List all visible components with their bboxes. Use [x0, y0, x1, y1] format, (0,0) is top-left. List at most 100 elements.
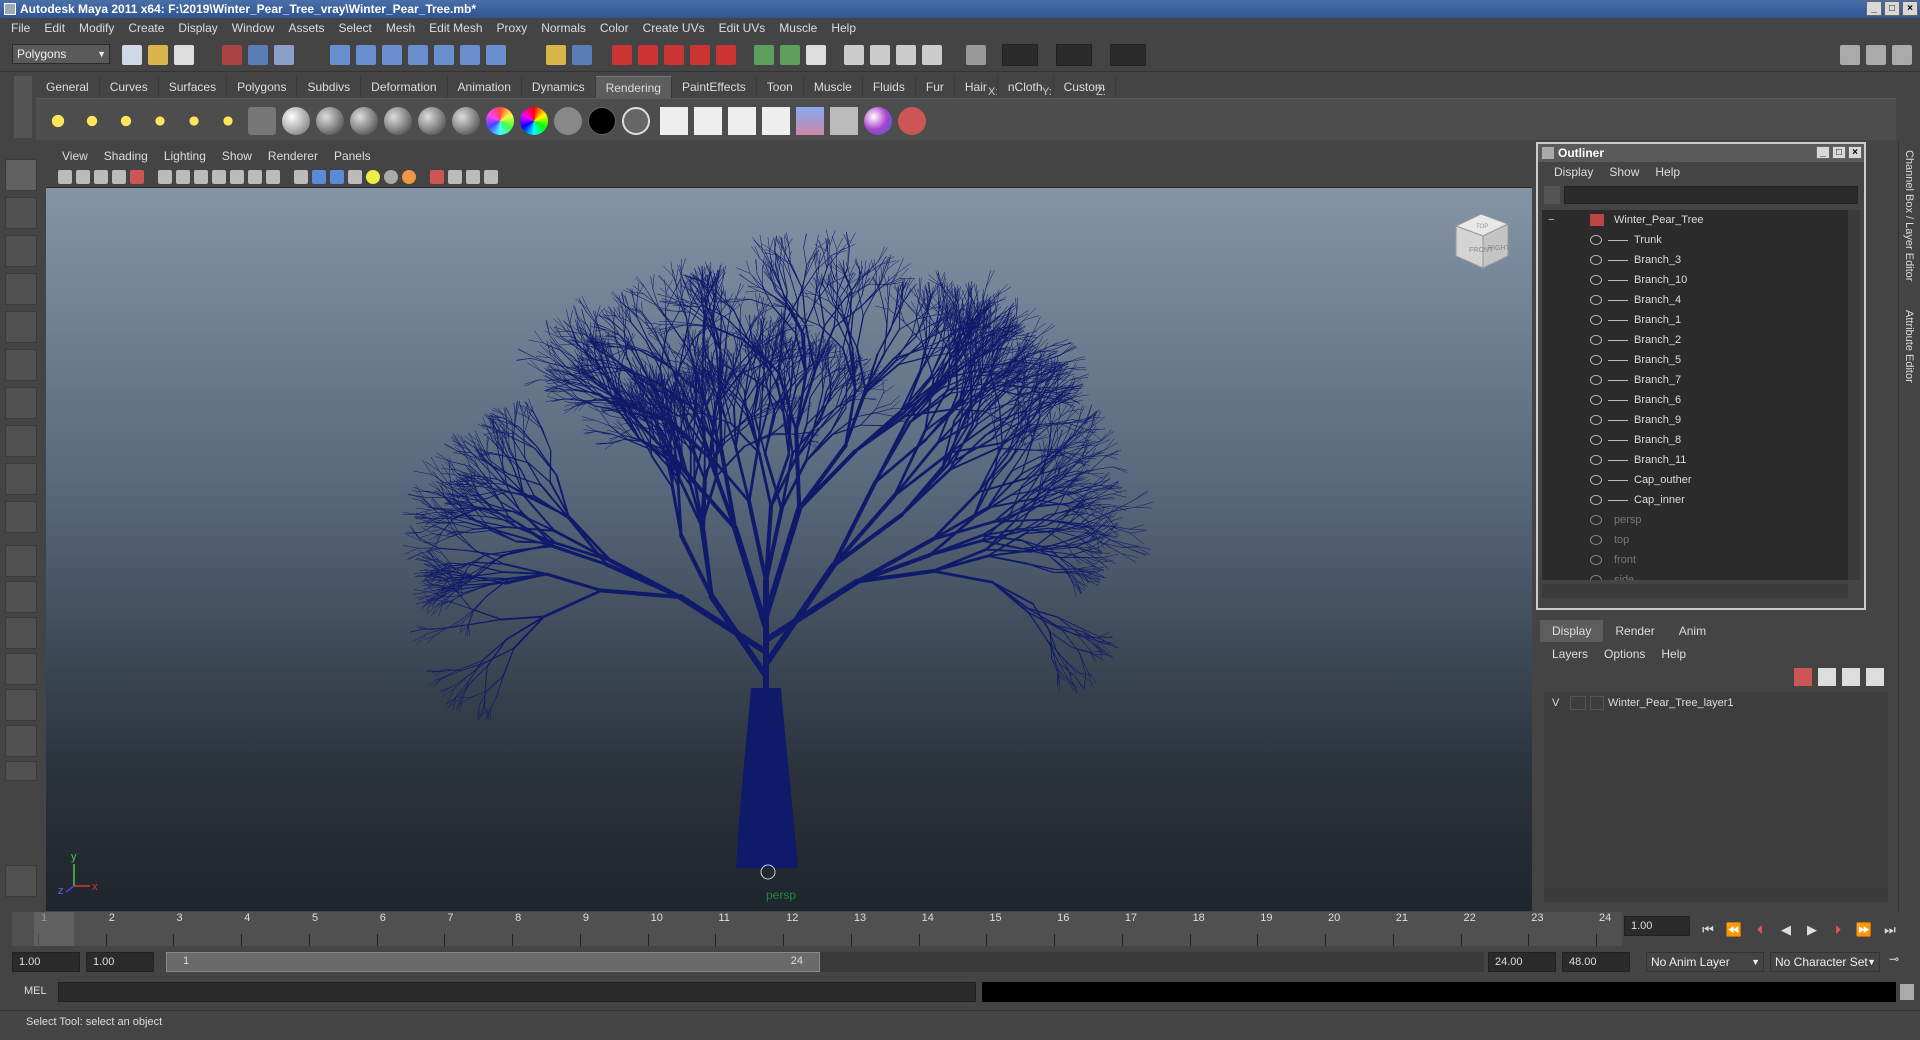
menu-normals[interactable]: Normals — [534, 18, 593, 38]
ipr-icon[interactable] — [762, 107, 790, 135]
shelf-tab-general[interactable]: General — [36, 76, 100, 98]
move-tool-icon[interactable] — [5, 273, 37, 305]
outliner-item[interactable]: Branch_9 — [1542, 410, 1848, 430]
outliner-camera-item[interactable]: side — [1542, 570, 1848, 580]
anisotropic-icon[interactable] — [418, 107, 446, 135]
maximize-button[interactable]: □ — [1884, 1, 1900, 16]
shelf-tab-rendering[interactable]: Rendering — [595, 76, 672, 98]
render-settings-icon[interactable] — [664, 45, 684, 65]
shelf-tab-hair[interactable]: Hair — [955, 76, 998, 98]
outliner-maximize-button[interactable]: □ — [1832, 146, 1846, 159]
outliner-item[interactable]: Branch_2 — [1542, 330, 1848, 350]
outliner-vertical-scrollbar[interactable] — [1848, 210, 1860, 580]
layer-visibility-toggle[interactable]: V — [1552, 692, 1559, 714]
outliner-menu-display[interactable]: Display — [1546, 165, 1601, 179]
range-slider-handle[interactable]: 1 24 — [166, 952, 820, 972]
layer-editor-icon[interactable] — [922, 45, 942, 65]
range-slider[interactable]: 1 24 — [166, 952, 1484, 972]
step-back-icon[interactable]: ⏪ — [1724, 920, 1744, 940]
ramp-shader-icon[interactable] — [486, 107, 514, 135]
last-tool-icon[interactable] — [5, 501, 37, 533]
mel-command-input[interactable] — [58, 982, 976, 1002]
close-button[interactable]: × — [1902, 1, 1918, 16]
outliner-filter-field[interactable] — [1564, 186, 1858, 204]
layout-menu-button[interactable] — [5, 761, 37, 781]
directional-light-icon[interactable] — [78, 107, 106, 135]
rotate-tool-icon[interactable] — [5, 311, 37, 343]
use-background-icon[interactable] — [588, 107, 616, 135]
snap-view-plane-icon[interactable] — [408, 45, 428, 65]
snap-curve-icon[interactable] — [356, 45, 376, 65]
layer-row[interactable]: V Winter_Pear_Tree_layer1 — [1544, 692, 1888, 714]
outliner-close-button[interactable]: × — [1848, 146, 1862, 159]
save-scene-icon[interactable] — [174, 45, 194, 65]
y-field[interactable] — [1056, 44, 1092, 66]
shelf-tab-fluids[interactable]: Fluids — [863, 76, 916, 98]
isolate-select-icon[interactable] — [448, 170, 462, 184]
play-forward-icon[interactable]: ▶ — [1802, 920, 1822, 940]
shelf-menu-button[interactable] — [14, 76, 32, 138]
playback-end-field[interactable]: 24.00 — [1488, 952, 1556, 972]
select-object-icon[interactable] — [248, 45, 268, 65]
outliner-item[interactable]: Branch_1 — [1542, 310, 1848, 330]
tool-settings-icon[interactable] — [844, 45, 864, 65]
shelf-tab-curves[interactable]: Curves — [100, 76, 159, 98]
make-live-icon[interactable] — [434, 45, 454, 65]
minimize-button[interactable]: _ — [1866, 1, 1882, 16]
script-editor-icon[interactable] — [1900, 984, 1914, 1000]
select-tool-icon[interactable] — [5, 159, 37, 191]
attribute-editor-tab[interactable]: Attribute Editor — [1903, 310, 1915, 383]
current-time-marker[interactable] — [34, 912, 74, 946]
high-quality-icon[interactable] — [402, 170, 416, 184]
manipulator-tool-icon[interactable] — [5, 387, 37, 419]
shadows-icon[interactable] — [384, 170, 398, 184]
outliner-item[interactable]: Trunk — [1542, 230, 1848, 250]
menu-help[interactable]: Help — [824, 18, 863, 38]
layer-options-icon[interactable] — [1842, 668, 1860, 686]
shelf-tab-animation[interactable]: Animation — [448, 76, 522, 98]
outliner-minimize-button[interactable]: _ — [1816, 146, 1830, 159]
menu-select[interactable]: Select — [331, 18, 378, 38]
mel-label[interactable]: MEL — [24, 985, 47, 997]
menu-set-dropdown[interactable]: Polygons ▼ — [12, 44, 110, 64]
render-settings-icon[interactable] — [694, 107, 722, 135]
filter-icon[interactable] — [1544, 186, 1560, 204]
hypershade-icon[interactable] — [690, 45, 710, 65]
menu-edit-uvs[interactable]: Edit UVs — [712, 18, 773, 38]
channel-box-icon[interactable] — [896, 45, 916, 65]
viewport-menu-panels[interactable]: Panels — [326, 149, 379, 163]
step-forward-icon[interactable]: ⏩ — [1854, 920, 1874, 940]
shelf-tab-painteffects[interactable]: PaintEffects — [672, 76, 757, 98]
blinn-icon[interactable] — [282, 107, 310, 135]
x-field[interactable] — [1002, 44, 1038, 66]
snap-point-icon[interactable] — [382, 45, 402, 65]
open-scene-icon[interactable] — [148, 45, 168, 65]
outliner-item[interactable]: Branch_4 — [1542, 290, 1848, 310]
outliner-menu-show[interactable]: Show — [1601, 165, 1647, 179]
go-to-end-icon[interactable]: ⏭ — [1880, 920, 1900, 940]
paint-select-tool-icon[interactable] — [5, 235, 37, 267]
menu-mesh[interactable]: Mesh — [379, 18, 422, 38]
smooth-shade-icon[interactable] — [312, 170, 326, 184]
menu-modify[interactable]: Modify — [72, 18, 121, 38]
clipboard-icon[interactable] — [806, 45, 826, 65]
outliner-item[interactable]: Branch_3 — [1542, 250, 1848, 270]
menu-window[interactable]: Window — [225, 18, 282, 38]
shelf-tab-deformation[interactable]: Deformation — [361, 76, 448, 98]
render-layer-icon[interactable] — [248, 107, 276, 135]
camera-attributes-icon[interactable] — [76, 170, 90, 184]
playback-start-field[interactable]: 1.00 — [86, 952, 154, 972]
outliner-horizontal-scrollbar[interactable] — [1542, 584, 1848, 598]
go-to-start-icon[interactable]: ⏮ — [1698, 920, 1718, 940]
phonge-icon[interactable] — [384, 107, 412, 135]
lambert-icon[interactable] — [316, 107, 344, 135]
resolution-gate-icon[interactable] — [194, 170, 208, 184]
layout-icon[interactable] — [1840, 45, 1860, 65]
camera-select-icon[interactable] — [58, 170, 72, 184]
outliner-item[interactable]: Branch_5 — [1542, 350, 1848, 370]
wireframe-on-shaded-icon[interactable] — [330, 170, 344, 184]
graph-editor-layout-icon[interactable] — [5, 653, 37, 685]
surface-shader-icon[interactable] — [554, 107, 582, 135]
grid-icon[interactable] — [158, 170, 172, 184]
collapse-toggle-icon[interactable]: − — [1548, 210, 1560, 230]
